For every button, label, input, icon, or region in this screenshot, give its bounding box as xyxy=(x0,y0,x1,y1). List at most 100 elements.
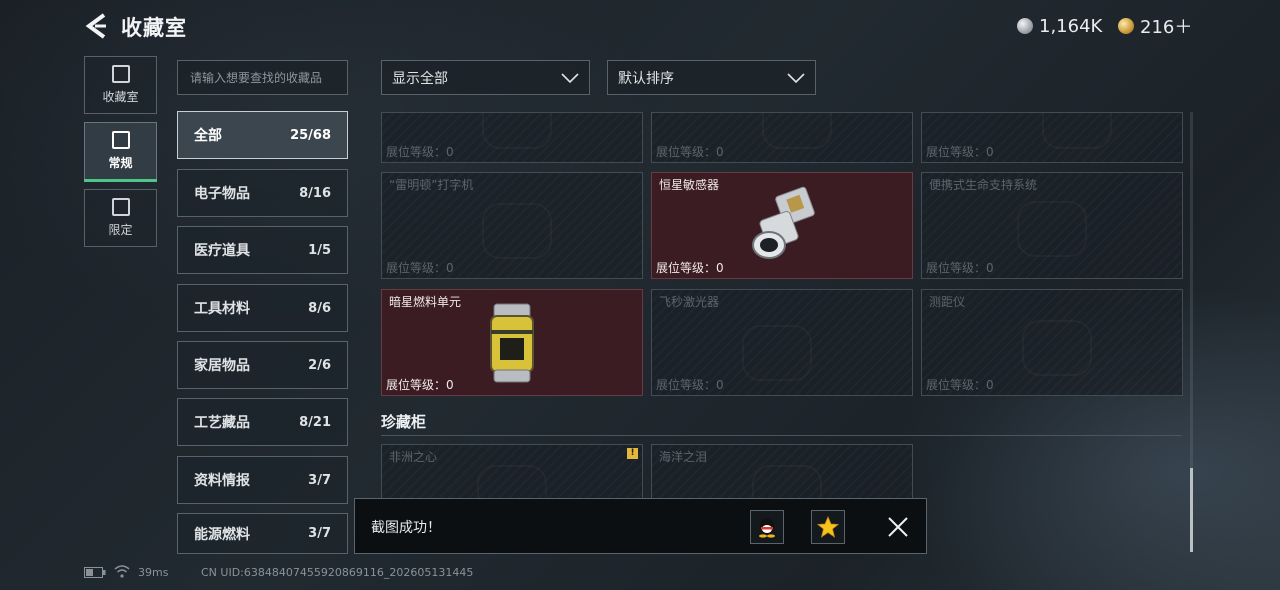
item-level: 展位等级：0 xyxy=(656,378,724,392)
category-count: 3/7 xyxy=(308,472,331,488)
scrollbar-thumb[interactable] xyxy=(1190,468,1193,552)
search-input[interactable] xyxy=(177,60,348,95)
item-level: 展位等级：0 xyxy=(926,145,994,159)
silver-amount: 1,164K xyxy=(1039,15,1103,37)
item-name: 飞秒激光器 xyxy=(659,295,720,309)
collection-item[interactable]: 展位等级：0 xyxy=(651,112,913,163)
item-silhouette xyxy=(482,113,552,149)
wifi-icon xyxy=(114,565,130,578)
section-title: 珍藏柜 xyxy=(381,413,427,431)
item-silhouette xyxy=(1042,113,1112,149)
uid-text: CN UID:638484074559208691​16_20260513144… xyxy=(201,566,474,579)
regular-icon xyxy=(111,131,130,149)
tab-label: 收藏室 xyxy=(102,90,139,104)
category-label: 家居物品 xyxy=(194,358,250,374)
ping-value: 39ms xyxy=(138,566,169,579)
collection-item[interactable]: 展位等级：0 xyxy=(381,112,643,163)
category-label: 全部 xyxy=(194,128,222,144)
back-arrow-icon[interactable] xyxy=(84,12,108,40)
tab-label: 限定 xyxy=(108,223,133,237)
display-filter-dropdown[interactable]: 显示全部 xyxy=(381,60,590,95)
sort-dropdown[interactable]: 默认排序 xyxy=(607,60,816,95)
collection-icon xyxy=(111,65,130,83)
share-qq-button[interactable] xyxy=(750,510,784,544)
item-level: 展位等级：0 xyxy=(386,261,454,275)
item-level: 展位等级：0 xyxy=(926,261,994,275)
star-sensor-icon xyxy=(752,186,815,259)
limited-icon xyxy=(111,198,130,216)
category-medical[interactable]: 医疗道具 1/5 xyxy=(177,226,348,274)
collection-item[interactable]: 便携式生命支持系统 展位等级：0 xyxy=(921,172,1183,279)
category-count: 2/6 xyxy=(308,357,331,373)
tab-regular[interactable]: 常规 xyxy=(84,122,157,182)
chevron-down-icon xyxy=(787,72,805,83)
close-icon[interactable] xyxy=(886,515,910,539)
category-count: 25/68 xyxy=(290,127,331,143)
item-name: “雷明顿”打字机 xyxy=(389,178,474,192)
category-label: 医疗道具 xyxy=(194,243,250,259)
category-label: 电子物品 xyxy=(194,186,250,202)
sort-value: 默认排序 xyxy=(618,70,674,87)
item-level: 展位等级：0 xyxy=(386,145,454,159)
qq-icon xyxy=(759,518,775,538)
item-name: 恒星敏感器 xyxy=(659,178,720,192)
item-silhouette xyxy=(742,325,812,381)
battery-icon xyxy=(84,567,106,578)
item-name: 海洋之泪 xyxy=(659,450,708,464)
category-count: 8/16 xyxy=(299,185,331,201)
tab-label: 常规 xyxy=(108,156,133,170)
category-tools[interactable]: 工具材料 8/6 xyxy=(177,284,348,332)
display-filter-value: 显示全部 xyxy=(392,70,448,87)
item-name: 暗星燃料单元 xyxy=(389,295,462,309)
item-name: 测距仪 xyxy=(929,295,966,309)
collection-item-owned[interactable]: 暗星燃料单元 展位等级：0 xyxy=(381,289,643,396)
qzone-star-icon xyxy=(817,516,839,538)
active-tab-indicator xyxy=(84,179,157,182)
collection-item[interactable]: 飞秒激光器 展位等级：0 xyxy=(651,289,913,396)
item-silhouette xyxy=(762,113,832,149)
category-count: 3/7 xyxy=(308,526,331,541)
alert-badge: ! xyxy=(627,448,638,459)
item-name: 非洲之心 xyxy=(389,450,438,464)
silver-coin-icon xyxy=(1017,18,1033,34)
tab-limited[interactable]: 限定 xyxy=(84,189,157,247)
category-count: 1/5 xyxy=(308,242,331,258)
category-count: 8/6 xyxy=(308,300,331,316)
category-label: 工具材料 xyxy=(194,301,250,317)
page-title: 收藏室 xyxy=(121,16,187,40)
gold-currency[interactable]: 216＋ xyxy=(1118,15,1193,38)
gold-coin-icon xyxy=(1118,18,1134,34)
category-all[interactable]: 全部 25/68 xyxy=(177,111,348,159)
section-divider xyxy=(381,435,1182,436)
category-crafts[interactable]: 工艺藏品 8/21 xyxy=(177,398,348,446)
category-label: 资料情报 xyxy=(194,473,250,489)
collection-item-owned[interactable]: 恒星敏感器 展位等级：0 xyxy=(651,172,913,279)
share-qzone-button[interactable] xyxy=(811,510,845,544)
item-level: 展位等级：0 xyxy=(656,145,724,159)
collection-item[interactable]: “雷明顿”打字机 展位等级：0 xyxy=(381,172,643,279)
screenshot-toast: 截图成功！ xyxy=(354,498,927,554)
category-label: 工艺藏品 xyxy=(194,415,250,431)
silver-currency: 1,164K xyxy=(1017,15,1102,37)
chevron-down-icon xyxy=(561,72,579,83)
treasure-item[interactable]: 海洋之泪 xyxy=(651,444,913,504)
category-electronics[interactable]: 电子物品 8/16 xyxy=(177,169,348,217)
item-silhouette xyxy=(1022,320,1092,376)
toast-message: 截图成功！ xyxy=(371,520,441,536)
collection-item[interactable]: 测距仪 展位等级：0 xyxy=(921,289,1183,396)
category-household[interactable]: 家居物品 2/6 xyxy=(177,341,348,389)
gold-amount: 216＋ xyxy=(1140,17,1193,38)
category-count: 8/21 xyxy=(299,414,331,430)
item-level: 展位等级：0 xyxy=(656,261,724,275)
category-label: 能源燃料 xyxy=(194,526,250,543)
collection-item[interactable]: 展位等级：0 xyxy=(921,112,1183,163)
fuel-cell-icon xyxy=(490,303,534,383)
category-intel[interactable]: 资料情报 3/7 xyxy=(177,456,348,504)
tab-collection-room[interactable]: 收藏室 xyxy=(84,56,157,114)
treasure-item[interactable]: 非洲之心 ! xyxy=(381,444,643,504)
category-energy[interactable]: 能源燃料 3/7 xyxy=(177,513,348,554)
item-level: 展位等级：0 xyxy=(386,378,454,392)
item-silhouette xyxy=(1017,201,1087,257)
item-level: 展位等级：0 xyxy=(926,378,994,392)
item-silhouette xyxy=(482,203,552,259)
